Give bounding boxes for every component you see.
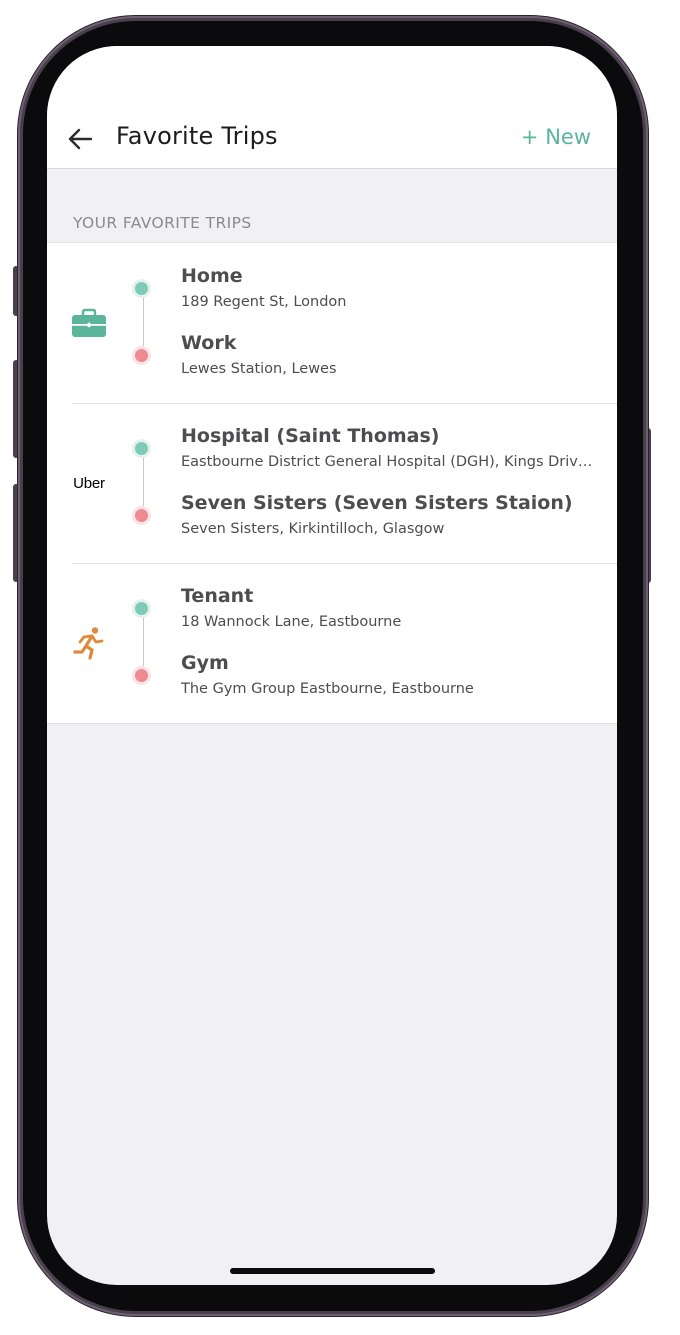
destination-name: Work: [181, 332, 237, 354]
uber-logo-text: Uber: [73, 474, 105, 492]
trip-row[interactable]: Uber Hospital (Saint Thomas) Eastbourne …: [47, 403, 617, 563]
running-person-icon: [71, 625, 107, 661]
destination-address: The Gym Group Eastbourne, Eastbourne: [181, 681, 474, 697]
destination-dot: [135, 509, 148, 522]
destination-address: Lewes Station, Lewes: [181, 361, 337, 377]
navigation-bar: Favorite Trips + New: [47, 46, 617, 169]
origin-name: Hospital (Saint Thomas): [181, 425, 440, 447]
origin-name: Home: [181, 265, 243, 287]
origin-address: 18 Wannock Lane, Eastbourne: [181, 614, 402, 630]
back-arrow-icon[interactable]: [67, 126, 93, 152]
uber-logo: Uber: [69, 465, 109, 501]
route-line: [143, 609, 144, 676]
origin-name: Tenant: [181, 585, 254, 607]
destination-name: Seven Sisters (Seven Sisters Staion): [181, 492, 573, 514]
destination-address: Seven Sisters, Kirkintilloch, Glasgow: [181, 521, 445, 537]
page-title: Favorite Trips: [116, 122, 278, 150]
section-header: YOUR FAVORITE TRIPS: [73, 214, 252, 232]
origin-address: Eastbourne District General Hospital (DG…: [181, 454, 593, 470]
origin-dot: [135, 602, 148, 615]
destination-dot: [135, 669, 148, 682]
origin-address: 189 Regent St, London: [181, 294, 347, 310]
destination-dot: [135, 349, 148, 362]
home-indicator[interactable]: [230, 1268, 435, 1274]
destination-name: Gym: [181, 652, 229, 674]
new-trip-button[interactable]: + New: [521, 125, 591, 149]
origin-dot: [135, 442, 148, 455]
app-screen: Favorite Trips + New YOUR FAVORITE TRIPS…: [47, 46, 617, 1285]
trip-row[interactable]: Tenant 18 Wannock Lane, Eastbourne Gym T…: [47, 563, 617, 723]
favorite-trips-list: Home 189 Regent St, London Work Lewes St…: [47, 242, 617, 724]
trip-row[interactable]: Home 189 Regent St, London Work Lewes St…: [47, 243, 617, 403]
route-line: [143, 289, 144, 356]
briefcase-icon: [71, 305, 107, 341]
route-line: [143, 449, 144, 516]
origin-dot: [135, 282, 148, 295]
